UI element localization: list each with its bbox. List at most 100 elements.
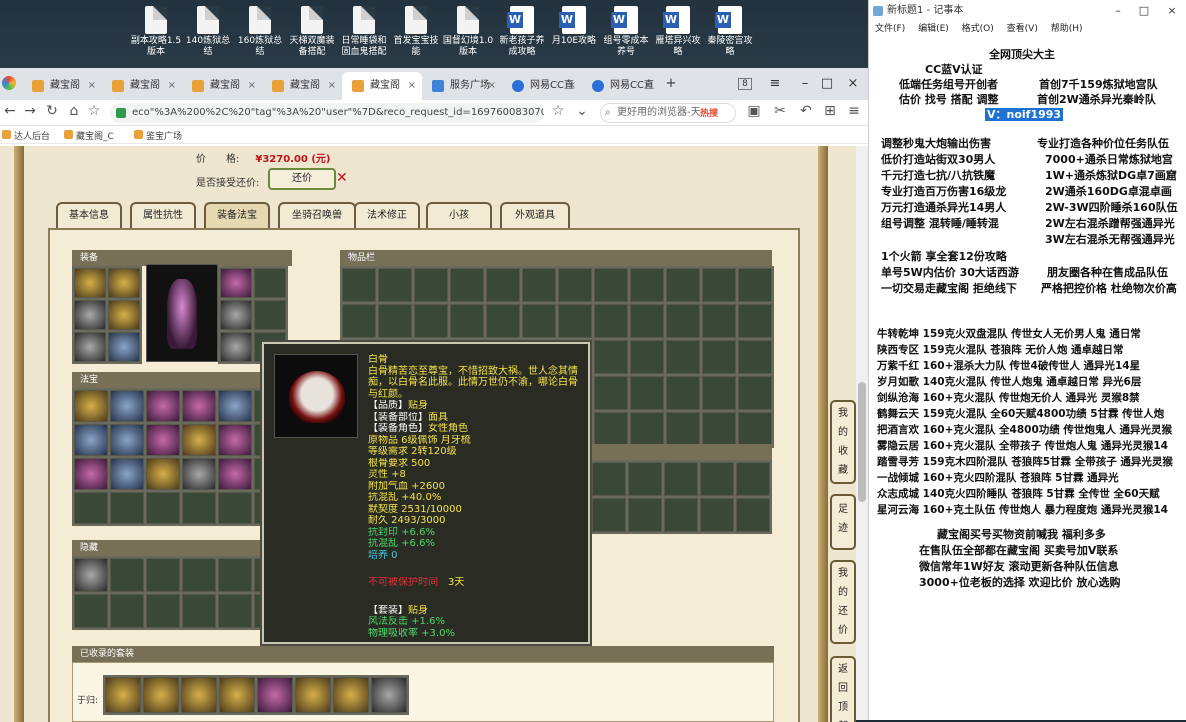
desktop-file-icon[interactable]: 天梯双魔装备搭配: [286, 6, 338, 58]
desktop-word-icon[interactable]: W 月10E攻略: [548, 6, 600, 47]
bookmark-item[interactable]: 达人后台: [2, 129, 50, 142]
home-icon[interactable]: ⌂: [64, 103, 84, 119]
new-tab-button[interactable]: +: [656, 68, 686, 100]
hidden-slot[interactable]: [74, 558, 108, 592]
magic-slot[interactable]: [218, 458, 252, 490]
inventory-slot[interactable]: [700, 498, 734, 532]
bookmark-item[interactable]: 鉴宝广场: [134, 129, 182, 142]
inventory-slot[interactable]: [628, 462, 662, 496]
browser-tab[interactable]: 藏宝阁 ×: [262, 72, 342, 100]
back-arrow-icon[interactable]: ←: [0, 103, 20, 119]
suit-item[interactable]: [143, 677, 179, 713]
extension-icon[interactable]: ▣: [744, 103, 764, 119]
inventory-slot[interactable]: [702, 376, 736, 410]
inventory-slot[interactable]: [630, 412, 664, 446]
forward-arrow-icon[interactable]: →: [20, 103, 40, 119]
hidden-slot[interactable]: [146, 594, 180, 628]
inventory-slot[interactable]: [486, 304, 520, 338]
inventory-slot[interactable]: [702, 340, 736, 374]
inventory-slot[interactable]: [592, 498, 626, 532]
tab-mounts[interactable]: 坐骑召唤兽: [278, 202, 356, 228]
close-tab-icon[interactable]: ×: [168, 72, 176, 100]
desktop-word-icon[interactable]: W 组号零成本养号: [600, 6, 652, 58]
inventory-slot[interactable]: [486, 268, 520, 302]
inventory-slot[interactable]: [664, 462, 698, 496]
footprint-button[interactable]: 足迹: [830, 494, 856, 550]
inventory-slot[interactable]: [558, 304, 592, 338]
inventory-slot[interactable]: [558, 268, 592, 302]
inventory-slot[interactable]: [594, 268, 628, 302]
equipment-slot[interactable]: [74, 300, 106, 330]
desktop-file-icon[interactable]: 首发宝宝技能: [390, 6, 442, 58]
tab-equipment[interactable]: 装备法宝: [204, 202, 270, 228]
suit-item[interactable]: [333, 677, 369, 713]
suit-item[interactable]: [295, 677, 331, 713]
undo-icon[interactable]: ↶: [796, 103, 816, 119]
reload-icon[interactable]: ↻: [42, 103, 62, 119]
tab-basic-info[interactable]: 基本信息: [56, 202, 122, 228]
hidden-slot[interactable]: [110, 558, 144, 592]
inventory-slot[interactable]: [450, 304, 484, 338]
inventory-slot[interactable]: [736, 462, 770, 496]
url-input[interactable]: eco"%3A%200%2C%20"tag"%3A%20"user"%7D&re…: [110, 103, 544, 123]
inventory-slot[interactable]: [414, 304, 448, 338]
browser-logo-icon[interactable]: [2, 76, 16, 90]
inventory-slot[interactable]: [664, 498, 698, 532]
inventory-slot[interactable]: [450, 268, 484, 302]
hidden-slot[interactable]: [110, 594, 144, 628]
browser-tab[interactable]: 藏宝阁 ×: [182, 72, 262, 100]
magic-slot[interactable]: [110, 424, 144, 456]
back-to-top-button[interactable]: 返回顶部: [830, 656, 856, 722]
close-tab-icon[interactable]: ×: [488, 72, 496, 100]
menu-format[interactable]: 格式(O): [962, 24, 994, 34]
inventory-slot[interactable]: [702, 304, 736, 338]
suit-item[interactable]: [371, 677, 407, 713]
browser-tab-active[interactable]: 藏宝阁 ×: [342, 72, 422, 100]
menu-file[interactable]: 文件(F): [875, 24, 905, 34]
notepad-text-area[interactable]: 全网顶尖大主 CC蓝V认证 低端任务组号开创者 首创7千159炼狱地宫队 估价 找号 搭…: [869, 40, 1186, 720]
close-tab-icon[interactable]: ×: [408, 72, 416, 100]
inventory-slot[interactable]: [736, 498, 770, 532]
magic-slot[interactable]: [146, 390, 180, 422]
inventory-slot[interactable]: [522, 268, 556, 302]
suit-item[interactable]: [105, 677, 141, 713]
desktop-file-icon[interactable]: 国督幻境1.0版本: [442, 6, 494, 58]
hidden-slot[interactable]: [182, 558, 216, 592]
suit-item[interactable]: [181, 677, 217, 713]
inventory-slot[interactable]: [378, 268, 412, 302]
desktop-word-icon[interactable]: W 秦陵密宫攻略: [704, 6, 756, 58]
inventory-slot[interactable]: [342, 268, 376, 302]
suit-item[interactable]: [219, 677, 255, 713]
inventory-slot[interactable]: [630, 304, 664, 338]
magic-slot[interactable]: [146, 458, 180, 490]
magic-slot[interactable]: [74, 458, 108, 490]
hidden-slot[interactable]: [218, 558, 252, 592]
menu-view[interactable]: 查看(V): [1007, 24, 1038, 34]
hot-search-badge[interactable]: 热搜: [700, 106, 718, 119]
bookmark-star-icon[interactable]: ☆: [84, 103, 104, 119]
bookmark-item[interactable]: 藏宝阁_C: [64, 129, 114, 142]
inventory-slot[interactable]: [378, 304, 412, 338]
magic-slot[interactable]: [110, 390, 144, 422]
magic-slot[interactable]: [182, 390, 216, 422]
suit-item[interactable]: [257, 677, 293, 713]
inventory-slot[interactable]: [594, 376, 628, 410]
inventory-slot[interactable]: [594, 340, 628, 374]
equipment-slot[interactable]: [74, 268, 106, 298]
inventory-slot[interactable]: [738, 268, 772, 302]
equipment-slot[interactable]: [108, 300, 140, 330]
more-menu-icon[interactable]: ≡: [844, 103, 864, 119]
close-window-button[interactable]: ×: [838, 68, 868, 100]
scrollbar-thumb[interactable]: [858, 382, 866, 502]
inventory-slot[interactable]: [630, 376, 664, 410]
grid-apps-icon[interactable]: ⊞: [820, 103, 840, 119]
magic-slot[interactable]: [218, 390, 252, 422]
inventory-slot[interactable]: [738, 340, 772, 374]
inventory-slot[interactable]: [738, 376, 772, 410]
magic-slot[interactable]: [110, 458, 144, 490]
tab-attributes[interactable]: 属性抗性: [130, 202, 196, 228]
equipment-slot[interactable]: [254, 300, 286, 330]
magic-slot[interactable]: [74, 424, 108, 456]
browser-tab[interactable]: 服务广场 ×: [422, 72, 502, 100]
inventory-slot[interactable]: [666, 412, 700, 446]
